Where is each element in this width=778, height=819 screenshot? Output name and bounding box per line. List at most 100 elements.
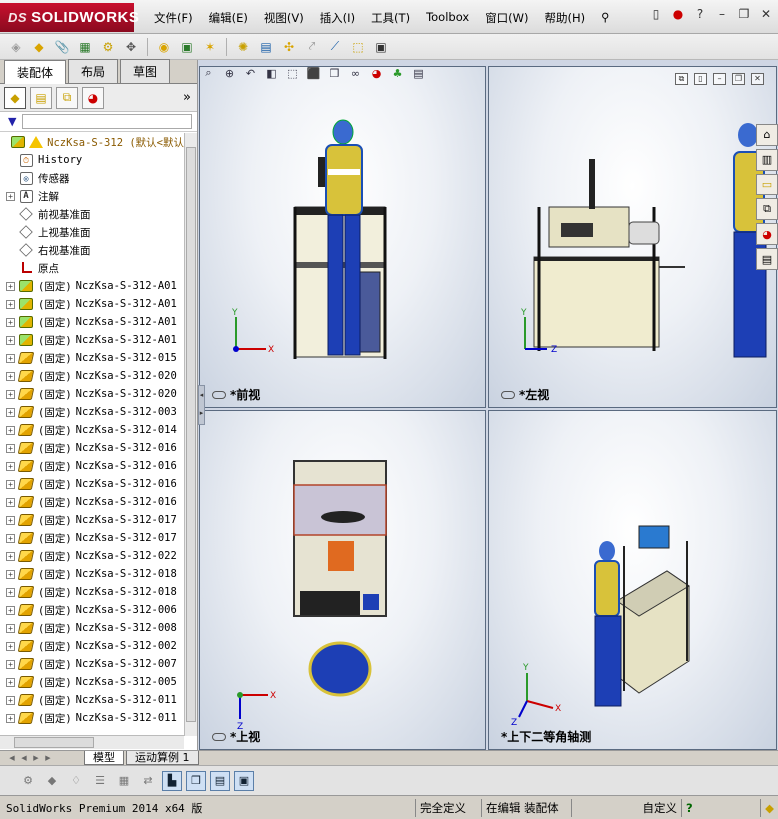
new-motion-study-icon[interactable]: ✺ xyxy=(233,37,253,57)
expand-icon[interactable]: + xyxy=(6,587,15,597)
tree-component[interactable]: + (固定) NczKsa-S-312-017 xyxy=(0,529,184,547)
show-hidden-icon[interactable]: ◉ xyxy=(154,37,174,57)
property-manager-tab-icon[interactable]: ▤ xyxy=(30,86,52,109)
tree-component[interactable]: + (固定) NczKsa-S-312-016 xyxy=(0,457,184,475)
expand-icon[interactable]: + xyxy=(6,515,15,525)
explode-line-icon[interactable]: ⤤ xyxy=(302,37,322,57)
home-icon[interactable]: ⌂ xyxy=(756,124,778,146)
link-views-icon[interactable] xyxy=(212,732,226,741)
tree-component[interactable]: + (固定) NczKsa-S-312-015 xyxy=(0,349,184,367)
hide-show-items-icon[interactable]: ∞ xyxy=(347,65,364,82)
expand-icon[interactable]: + xyxy=(6,461,15,471)
custom-properties-icon[interactable]: ▤ xyxy=(756,248,778,270)
edit-appearance-icon[interactable]: ◕ xyxy=(368,65,385,82)
traffic-light-icon[interactable]: ● xyxy=(670,6,686,22)
tree-component[interactable]: + (固定) NczKsa-S-312-003 xyxy=(0,403,184,421)
last-tab-arrow[interactable]: ▶ xyxy=(42,753,54,764)
table-icon[interactable]: ▤ xyxy=(210,770,230,791)
menu-help[interactable]: 帮助(H) xyxy=(537,8,594,28)
pin-icon[interactable]: ⚲ xyxy=(593,8,617,28)
tree-component[interactable]: + (固定) NczKsa-S-312-A01 xyxy=(0,295,184,313)
menu-window[interactable]: 窗口(W) xyxy=(477,8,536,28)
tree-component[interactable]: + (固定) NczKsa-S-312-018 xyxy=(0,583,184,601)
bill-of-materials-icon[interactable]: ▤ xyxy=(256,37,276,57)
expand-icon[interactable]: + xyxy=(6,713,15,723)
tree-component[interactable]: + (固定) NczKsa-S-312-020 xyxy=(0,385,184,403)
expand-icon[interactable]: + xyxy=(6,389,15,399)
tab-motion-study[interactable]: 运动算例 1 xyxy=(126,751,199,765)
instant3d-icon[interactable]: ⬚ xyxy=(348,37,368,57)
tree-item[interactable]: 前视基准面 xyxy=(0,205,184,223)
design-library-icon[interactable]: ▥ xyxy=(756,148,778,171)
viewport-left-label[interactable]: *左视 xyxy=(501,386,549,403)
expand-icon[interactable]: + xyxy=(6,497,15,507)
menu-insert[interactable]: 插入(I) xyxy=(312,8,363,28)
tree-component[interactable]: + (固定) NczKsa-S-312-005 xyxy=(0,673,184,691)
link-views-icon[interactable] xyxy=(212,390,226,399)
tree-item[interactable]: 右视基准面 xyxy=(0,241,184,259)
edit-component-icon[interactable]: ◈ xyxy=(6,37,26,57)
tree-component[interactable]: + (固定) NczKsa-S-312-022 xyxy=(0,547,184,565)
menu-file[interactable]: 文件(F) xyxy=(146,8,201,28)
tab-model[interactable]: 模型 xyxy=(84,751,124,765)
close-button[interactable]: ✕ xyxy=(758,6,774,22)
scroll-thumb[interactable] xyxy=(186,147,196,722)
appearances-icon[interactable]: ◕ xyxy=(756,223,778,246)
display-manager-tab-icon[interactable]: ◕ xyxy=(82,86,104,109)
interference-icon[interactable]: ⟋ xyxy=(325,37,345,57)
reference-geometry-icon[interactable]: ✶ xyxy=(200,37,220,57)
maximize-view-icon[interactable]: ❐ xyxy=(732,73,745,85)
filter-input[interactable] xyxy=(22,114,193,129)
tree-item[interactable]: 上视基准面 xyxy=(0,223,184,241)
minimize-view-icon[interactable]: – xyxy=(713,73,726,85)
expand-icon[interactable]: + xyxy=(6,533,15,543)
tree-component[interactable]: + (固定) NczKsa-S-312-020 xyxy=(0,367,184,385)
tree-component[interactable]: + (固定) NczKsa-S-312-011 xyxy=(0,709,184,727)
list-icon[interactable]: ☰ xyxy=(90,771,110,791)
split-view-icon[interactable]: ▯ xyxy=(694,73,707,85)
tab-layout[interactable]: 布局 xyxy=(68,59,119,83)
viewport-left[interactable]: Y Z ⧉ ▯ – ❐ ✕ *左视 xyxy=(488,66,777,408)
tree-item[interactable]: ⏱ History xyxy=(0,151,184,169)
calculate-icon[interactable]: ⚙ xyxy=(18,771,38,791)
assembly-features-icon[interactable]: ▣ xyxy=(177,37,197,57)
tree-component[interactable]: + (固定) NczKsa-S-312-018 xyxy=(0,565,184,583)
tree-component[interactable]: + (固定) NczKsa-S-312-014 xyxy=(0,421,184,439)
menu-tools[interactable]: 工具(T) xyxy=(363,8,418,28)
chart-icon[interactable]: ▙ xyxy=(162,770,182,791)
view-orientation-icon[interactable]: ⬛ xyxy=(305,65,322,82)
exploded-view-icon[interactable]: ✣ xyxy=(279,37,299,57)
grid-icon[interactable]: ▦ xyxy=(114,771,134,791)
tree-vertical-scrollbar[interactable] xyxy=(184,133,197,736)
viewport-top-label[interactable]: *上视 xyxy=(212,728,260,745)
expand-icon[interactable]: + xyxy=(6,659,15,669)
tree-item[interactable]: + A 注解 xyxy=(0,187,184,205)
move-component-icon[interactable]: ✥ xyxy=(121,37,141,57)
mate-icon[interactable]: 📎 xyxy=(52,37,72,57)
expand-icon[interactable]: + xyxy=(6,569,15,579)
large-assembly-icon[interactable]: ▣ xyxy=(371,37,391,57)
tree-item[interactable]: ◎ 传感器 xyxy=(0,169,184,187)
tree-component[interactable]: + (固定) NczKsa-S-312-006 xyxy=(0,601,184,619)
viewport-front-label[interactable]: *前视 xyxy=(212,386,260,403)
tree-item[interactable]: 原点 xyxy=(0,259,184,277)
tree-horizontal-scrollbar[interactable] xyxy=(0,735,184,749)
previous-view-icon[interactable]: ↶ xyxy=(242,65,259,82)
expand-icon[interactable]: + xyxy=(6,353,15,363)
graphics-area[interactable]: Y X *前视 Y Z ⧉ ▯ – ❐ ✕ *左视 X Z *上视 Y X Z … xyxy=(198,60,778,750)
configuration-manager-tab-icon[interactable]: ⧉ xyxy=(56,86,78,109)
restore-button[interactable]: ❐ xyxy=(736,6,752,22)
new-document-icon[interactable]: ▯ xyxy=(648,6,664,22)
file-explorer-icon[interactable]: ▭ xyxy=(756,173,778,196)
tree-component[interactable]: + (固定) NczKsa-S-312-007 xyxy=(0,655,184,673)
section-view-icon[interactable]: ◧ xyxy=(263,65,280,82)
prev-tab-arrow[interactable]: ◀ xyxy=(18,753,30,764)
cube-icon[interactable]: ❒ xyxy=(186,770,206,791)
tree-component[interactable]: + (固定) NczKsa-S-312-016 xyxy=(0,439,184,457)
tab-sketch[interactable]: 草图 xyxy=(120,59,171,83)
smart-fastener-icon[interactable]: ⚙ xyxy=(98,37,118,57)
apply-scene-icon[interactable]: ♣ xyxy=(389,65,406,82)
expand-icon[interactable]: + xyxy=(6,335,15,345)
panel-collapse-handle[interactable]: ◂ ▸ xyxy=(198,385,205,425)
expand-icon[interactable]: + xyxy=(6,299,15,309)
